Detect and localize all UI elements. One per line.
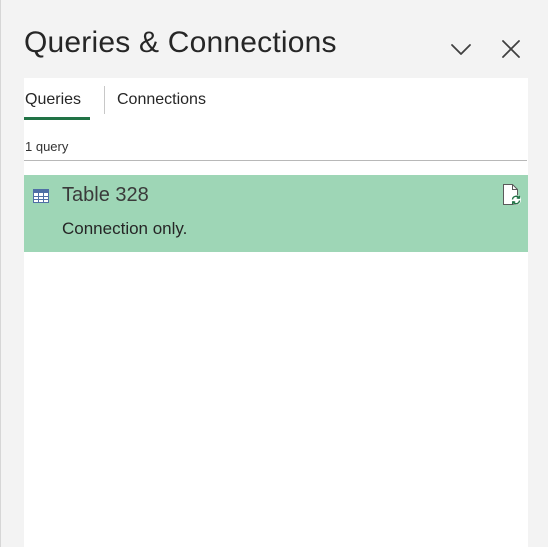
close-pane-button[interactable] <box>498 36 524 62</box>
tab-divider <box>104 86 105 114</box>
chevron-down-icon <box>451 44 471 55</box>
pane-header: Queries & Connections <box>1 0 548 78</box>
query-count: 1 query <box>25 139 69 154</box>
tab-strip: Queries Connections <box>24 78 528 124</box>
document-refresh-icon[interactable] <box>499 183 523 207</box>
table-icon <box>33 188 49 204</box>
tab-connections[interactable]: Connections <box>117 91 206 109</box>
queries-connections-pane: Queries & Connections Queries Connection… <box>0 0 548 547</box>
collapse-pane-button[interactable] <box>448 36 474 62</box>
query-status: Connection only. <box>62 219 188 238</box>
list-divider <box>24 160 527 161</box>
tab-queries[interactable]: Queries <box>25 91 81 109</box>
query-list-item[interactable]: Table 328 Connection only. <box>24 175 528 252</box>
close-icon <box>502 40 520 58</box>
active-tab-indicator <box>24 117 90 120</box>
query-name: Table 328 <box>62 184 149 206</box>
pane-content: Queries Connections 1 query Table 328 Co… <box>24 78 528 547</box>
pane-title: Queries & Connections <box>24 26 337 59</box>
